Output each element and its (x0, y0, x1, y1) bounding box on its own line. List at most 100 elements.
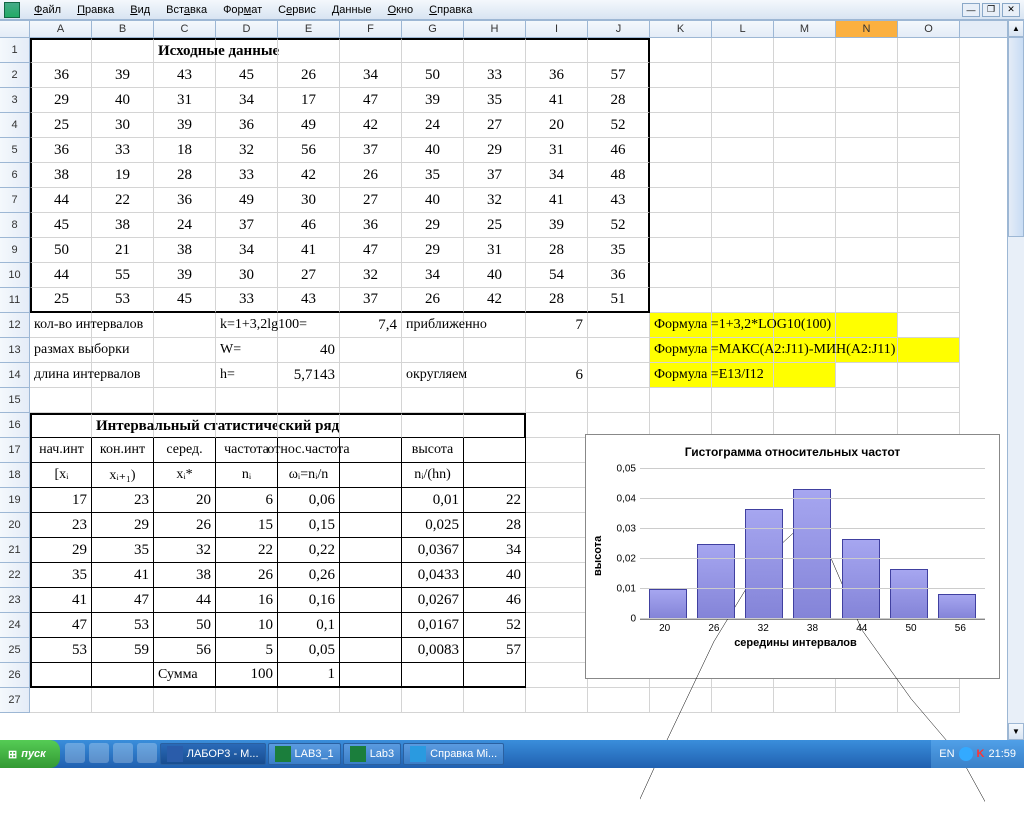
cell[interactable]: 24 (402, 113, 464, 138)
cell[interactable]: 22 (92, 188, 154, 213)
cell[interactable] (402, 688, 464, 713)
cell[interactable] (774, 163, 836, 188)
cell[interactable]: 50 (402, 63, 464, 88)
cell[interactable]: 0,01 (402, 488, 464, 513)
cell[interactable] (712, 238, 774, 263)
cell[interactable]: 39 (526, 213, 588, 238)
cell[interactable]: 0,025 (402, 513, 464, 538)
cell[interactable]: 28 (526, 238, 588, 263)
cell[interactable]: длина интервалов (30, 363, 92, 388)
cell[interactable] (464, 438, 526, 463)
col-header-L[interactable]: L (712, 21, 774, 37)
cell[interactable]: 40 (464, 563, 526, 588)
cell[interactable]: 36 (30, 138, 92, 163)
clock[interactable]: 21:59 (988, 748, 1016, 760)
cell[interactable] (650, 688, 712, 713)
system-tray[interactable]: EN K 21:59 (931, 740, 1024, 768)
cell[interactable]: 52 (588, 113, 650, 138)
cell[interactable] (898, 38, 960, 63)
cell[interactable]: 42 (278, 163, 340, 188)
cell[interactable] (402, 338, 464, 363)
cell[interactable] (774, 38, 836, 63)
cell[interactable]: 33 (216, 163, 278, 188)
cell[interactable]: 40 (402, 138, 464, 163)
cell[interactable]: 18 (154, 138, 216, 163)
cell[interactable]: 54 (526, 263, 588, 288)
col-header-I[interactable]: I (526, 21, 588, 37)
cell[interactable]: 46 (588, 138, 650, 163)
cell[interactable]: 40 (92, 88, 154, 113)
row-header-16[interactable]: 16 (0, 413, 30, 438)
cell[interactable]: 36 (216, 113, 278, 138)
col-header-G[interactable]: G (402, 21, 464, 37)
cell[interactable]: 40 (402, 188, 464, 213)
row-header-9[interactable]: 9 (0, 238, 30, 263)
row-header-14[interactable]: 14 (0, 363, 30, 388)
menu-tools[interactable]: Сервис (270, 4, 324, 16)
cell[interactable] (898, 188, 960, 213)
row-header-3[interactable]: 3 (0, 88, 30, 113)
cell[interactable] (774, 113, 836, 138)
cell[interactable]: [xᵢ (30, 463, 92, 488)
cell[interactable] (402, 388, 464, 413)
cell[interactable]: 56 (278, 138, 340, 163)
cell[interactable] (30, 38, 92, 63)
cell[interactable] (526, 338, 588, 363)
col-header-E[interactable]: E (278, 21, 340, 37)
cell[interactable] (836, 38, 898, 63)
cell[interactable]: 1 (278, 663, 340, 688)
cell[interactable] (650, 163, 712, 188)
cell[interactable]: 40 (278, 338, 340, 363)
cell[interactable]: Формула =1+3,2*LOG10(100) (650, 313, 712, 338)
cell[interactable]: 17 (278, 88, 340, 113)
cell[interactable]: 56 (154, 638, 216, 663)
cell[interactable]: 39 (92, 63, 154, 88)
cell[interactable]: 47 (92, 588, 154, 613)
cell[interactable] (526, 588, 588, 613)
cell[interactable] (216, 413, 278, 438)
cell[interactable] (340, 538, 402, 563)
cell[interactable]: 34 (402, 263, 464, 288)
row-header-24[interactable]: 24 (0, 613, 30, 638)
language-indicator[interactable]: EN (939, 748, 954, 760)
cell[interactable]: 51 (588, 288, 650, 313)
cell[interactable] (464, 338, 526, 363)
cell[interactable] (588, 38, 650, 63)
cell[interactable]: 32 (216, 138, 278, 163)
cell[interactable] (216, 688, 278, 713)
cell[interactable] (278, 38, 340, 63)
cell[interactable] (402, 38, 464, 63)
cell[interactable] (898, 88, 960, 113)
cell[interactable]: 35 (402, 163, 464, 188)
cell[interactable]: 7 (526, 313, 588, 338)
col-header-M[interactable]: M (774, 21, 836, 37)
row-header-20[interactable]: 20 (0, 513, 30, 538)
cell[interactable] (588, 338, 650, 363)
cell[interactable]: 52 (464, 613, 526, 638)
restore-button[interactable]: ❐ (982, 3, 1000, 17)
cell[interactable]: nᵢ/(hn) (402, 463, 464, 488)
cell[interactable]: 34 (464, 538, 526, 563)
cell[interactable]: 55 (92, 263, 154, 288)
cell[interactable]: 41 (526, 88, 588, 113)
skype-icon[interactable] (65, 743, 85, 763)
cell[interactable]: 22 (464, 488, 526, 513)
cell[interactable]: нач.инт (30, 438, 92, 463)
cell[interactable]: 49 (216, 188, 278, 213)
cell[interactable]: 36 (588, 263, 650, 288)
row-header-23[interactable]: 23 (0, 588, 30, 613)
cell[interactable]: 37 (464, 163, 526, 188)
row-header-22[interactable]: 22 (0, 563, 30, 588)
cell[interactable] (464, 463, 526, 488)
cell[interactable] (340, 613, 402, 638)
cell[interactable]: 38 (154, 238, 216, 263)
cell[interactable] (898, 363, 960, 388)
cell[interactable]: 0,0367 (402, 538, 464, 563)
cell[interactable]: 25 (30, 288, 92, 313)
cell[interactable] (526, 538, 588, 563)
cell[interactable] (650, 288, 712, 313)
cell[interactable] (898, 238, 960, 263)
cell[interactable] (340, 513, 402, 538)
cell[interactable] (774, 238, 836, 263)
cell[interactable]: Интервальный статистический ряд (92, 413, 154, 438)
